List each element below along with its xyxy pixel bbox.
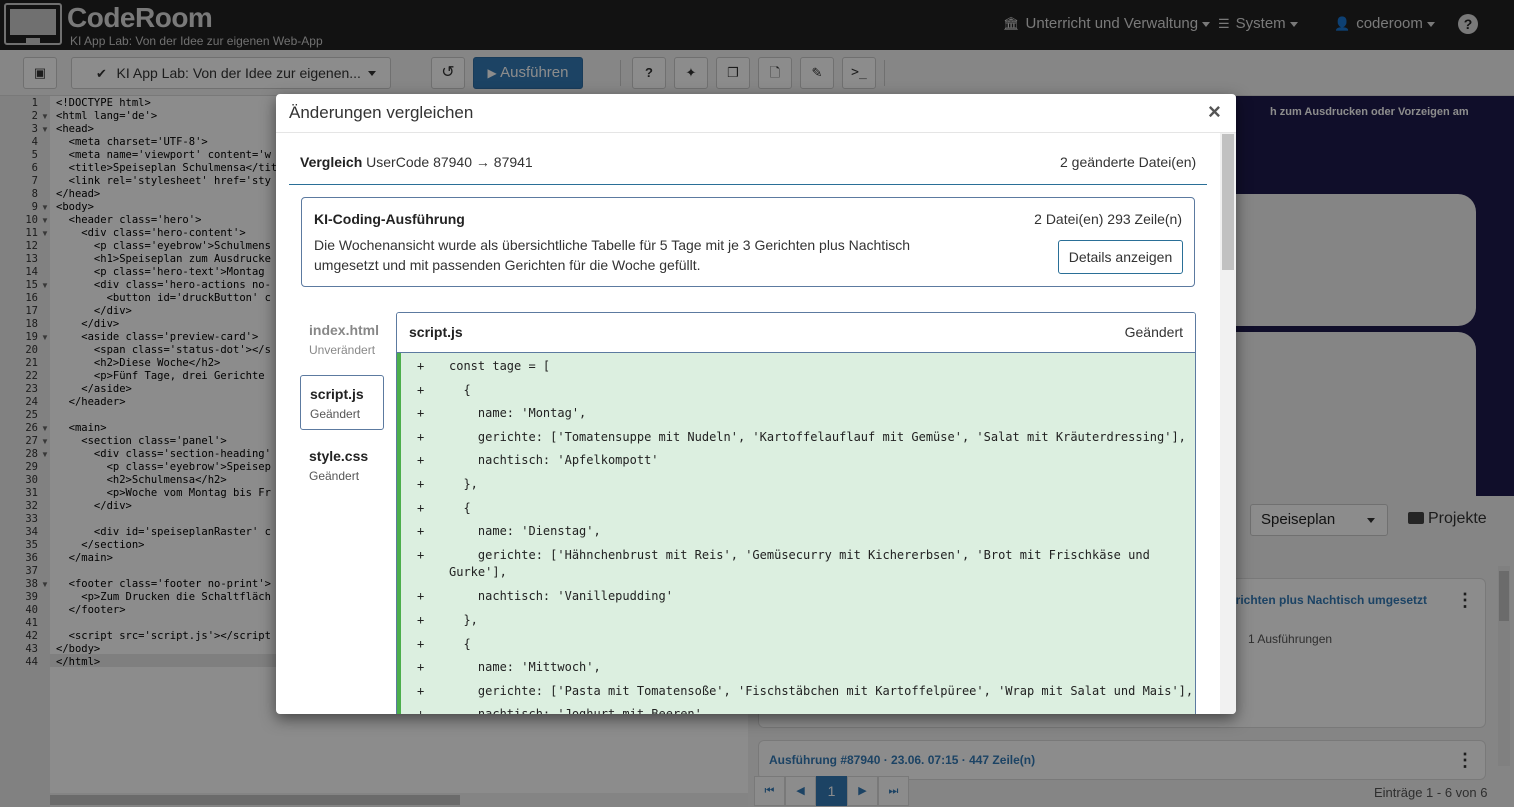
diff-line-text: name: 'Dienstag', bbox=[449, 524, 601, 539]
ai-coding-summary: KI-Coding-Ausführung 2 Datei(en) 293 Zei… bbox=[301, 197, 1195, 287]
compare-value: UserCode 87940 → 87941 bbox=[366, 154, 533, 170]
diff-line-text: gerichte: ['Pasta mit Tomatensoße', 'Fis… bbox=[449, 683, 1194, 698]
diff-line-text: { bbox=[449, 500, 471, 515]
diff-body[interactable]: + const tage = [ + { + name: 'Montag', + ger… bbox=[397, 353, 1195, 714]
ai-summary-title: KI-Coding-Ausführung bbox=[314, 211, 465, 227]
divider bbox=[289, 184, 1207, 185]
diff-line-text: const tage = [ bbox=[449, 359, 551, 373]
file-tab-name: style.css bbox=[309, 448, 369, 464]
diff-file-name: script.js bbox=[409, 324, 463, 340]
changed-files-count: 2 geänderte Datei(en) bbox=[1060, 154, 1197, 170]
diff-line-text: gerichte: ['Hähnchenbrust mit Reis', 'Ge… bbox=[449, 547, 1150, 562]
diff-added-marker: + bbox=[417, 429, 425, 444]
diff-added-marker: + bbox=[417, 613, 425, 627]
diff-added-marker: + bbox=[417, 707, 424, 714]
compare-heading: Vergleich UserCode 87940 → 87941 bbox=[300, 154, 533, 170]
diff-line-text: Gurke'], bbox=[449, 565, 507, 580]
diff-line-text: { bbox=[449, 636, 471, 651]
diff-added-marker: + bbox=[417, 500, 425, 515]
diff-line-text: name: 'Mittwoch', bbox=[449, 660, 601, 675]
diff-added-marker: + bbox=[417, 589, 425, 604]
file-tab-status: Unverändert bbox=[309, 343, 376, 357]
diff-added-marker: + bbox=[417, 477, 425, 491]
file-tab-status: Geändert bbox=[310, 407, 361, 421]
modal-scroll-thumb[interactable] bbox=[1222, 134, 1234, 270]
diff-line-text: { bbox=[449, 382, 471, 397]
diff-added-marker: + bbox=[417, 453, 425, 468]
diff-line-text: }, bbox=[449, 613, 478, 627]
diff-added-marker: + bbox=[417, 636, 425, 651]
file-tab-index-html[interactable]: index.html Unverändert bbox=[300, 312, 384, 367]
file-tab-name: script.js bbox=[310, 386, 364, 402]
diff-line-text: }, bbox=[449, 477, 478, 491]
diff-added-marker: + bbox=[417, 382, 425, 397]
ai-summary-description: Die Wochenansicht wurde als übersichtlic… bbox=[314, 237, 911, 273]
diff-line-text: nachtisch: 'Apfelkompott' bbox=[449, 453, 659, 468]
ai-summary-stats: 2 Datei(en) 293 Zeile(n) bbox=[1034, 211, 1182, 227]
close-icon[interactable]: × bbox=[1208, 100, 1221, 124]
diff-line-text: gerichte: ['Tomatensuppe mit Nudeln', 'K… bbox=[449, 429, 1186, 444]
file-tab-style-css[interactable]: style.css Geändert bbox=[300, 438, 384, 493]
diff-panel: script.js Geändert + const tage = [ + { + n… bbox=[396, 312, 1196, 714]
file-tab-name: index.html bbox=[309, 322, 380, 338]
diff-added-marker: + bbox=[417, 660, 425, 675]
diff-line-text: nachtisch: 'Vanillepudding' bbox=[449, 589, 673, 604]
diff-added-marker: + bbox=[417, 683, 425, 698]
diff-added-marker: + bbox=[417, 359, 425, 373]
modal-header: Änderungen vergleichen × bbox=[276, 94, 1236, 133]
diff-line-text: name: 'Montag', bbox=[449, 406, 587, 421]
diff-header: script.js Geändert bbox=[397, 313, 1195, 353]
file-tab-script-js[interactable]: script.js Geändert bbox=[300, 375, 384, 430]
diff-added-marker: + bbox=[417, 524, 425, 539]
diff-added-marker: + bbox=[417, 406, 425, 421]
modal-title: Änderungen vergleichen bbox=[289, 103, 474, 122]
diff-added-marker: + bbox=[417, 547, 425, 562]
diff-file-status: Geändert bbox=[1124, 324, 1183, 340]
file-tab-status: Geändert bbox=[309, 469, 360, 483]
compare-label: Vergleich bbox=[300, 154, 363, 170]
diff-line-text: nachtisch: 'Joghurt mit Beeren' bbox=[449, 707, 702, 714]
details-button[interactable]: Details anzeigen bbox=[1058, 240, 1183, 274]
compare-changes-modal: Änderungen vergleichen × Vergleich UserC… bbox=[276, 94, 1236, 714]
